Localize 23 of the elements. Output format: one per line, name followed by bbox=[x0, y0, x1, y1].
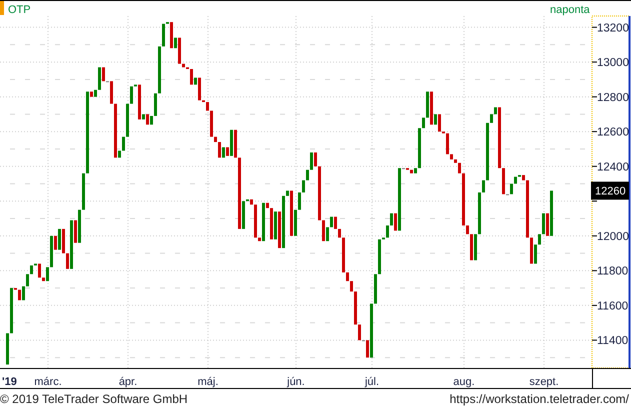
symbol-marker bbox=[0, 1, 4, 15]
price-tick-label: 11600 bbox=[597, 300, 628, 312]
price-tick-label: 13200 bbox=[597, 22, 629, 34]
price-tick-label: 12800 bbox=[597, 92, 629, 104]
source-url: https://workstation.teletrader.com/ bbox=[450, 391, 630, 408]
date-axis-label: szept. bbox=[529, 376, 559, 388]
date-axis-label: jún. bbox=[287, 376, 305, 388]
date-axis-label: '19 bbox=[2, 376, 17, 388]
price-tick-label: 12400 bbox=[597, 161, 629, 174]
date-axis-label: ápr. bbox=[118, 376, 138, 388]
price-tick-label: 11800 bbox=[597, 266, 628, 278]
date-axis-label: máj. bbox=[198, 376, 218, 388]
date-axis-label: aug. bbox=[453, 376, 475, 388]
price-tick-label: 11400 bbox=[597, 335, 628, 348]
date-axis-label: márc. bbox=[34, 376, 62, 388]
symbol-label: OTP bbox=[8, 4, 31, 16]
date-axis-label: júl. bbox=[364, 376, 380, 388]
price-tick-label: 12600 bbox=[597, 126, 629, 139]
last-price-badge: 12260 bbox=[591, 182, 629, 200]
interval-label: naponta bbox=[550, 4, 590, 16]
copyright-text: © 2019 TeleTrader Software GmbH bbox=[0, 391, 188, 408]
price-tick-label: 13000 bbox=[597, 57, 629, 70]
price-tick-label: 12000 bbox=[597, 230, 629, 243]
